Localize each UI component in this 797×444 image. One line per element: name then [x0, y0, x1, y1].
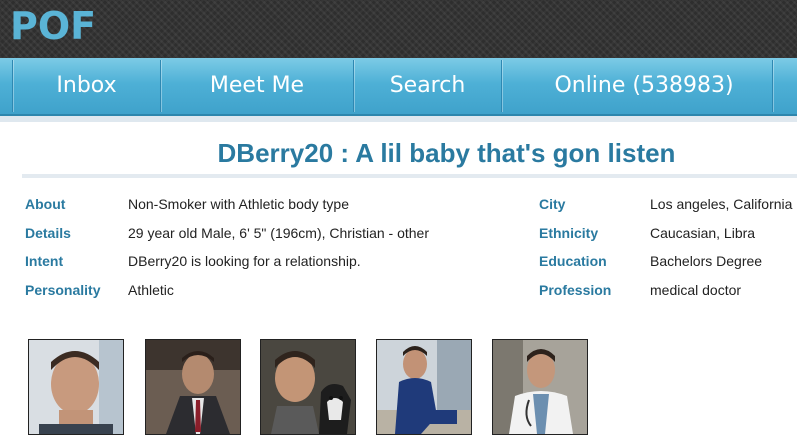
- profile-photo-2[interactable]: [145, 339, 241, 435]
- education-label: Education: [539, 253, 607, 269]
- pof-logo[interactable]: POF: [10, 4, 96, 48]
- ethnicity-label: Ethnicity: [539, 225, 599, 241]
- about-label: About: [25, 196, 66, 212]
- top-bar: POF: [0, 0, 797, 58]
- nav-inbox[interactable]: Inbox: [13, 58, 160, 114]
- profile-photo-3[interactable]: [260, 339, 356, 435]
- profession-value: medical doctor: [650, 282, 742, 298]
- profile-headline: DBerry20 : A lil baby that's gon listen: [217, 138, 676, 168]
- profile-photo-5[interactable]: [492, 339, 588, 435]
- profile-photo-1[interactable]: [28, 339, 124, 435]
- headline-divider: [22, 174, 797, 178]
- details-value: 29 year old Male, 6' 5" (196cm), Christi…: [128, 225, 429, 241]
- about-value: Non-Smoker with Athletic body type: [128, 196, 349, 212]
- details-label: Details: [25, 225, 71, 241]
- nav-search[interactable]: Search: [354, 58, 501, 114]
- intent-value: DBerry20 is looking for a relationship.: [128, 253, 361, 269]
- ethnicity-value: Caucasian, Libra: [650, 225, 756, 241]
- profession-label: Profession: [539, 282, 612, 298]
- personality-label: Personality: [25, 282, 101, 298]
- nav-separator: [772, 60, 773, 112]
- city-value: Los angeles, California: [650, 196, 793, 212]
- nav-online-count[interactable]: Online (538983): [502, 58, 772, 114]
- city-label: City: [539, 196, 566, 212]
- nav-shadow-strip: [0, 116, 797, 122]
- profile-photo-4[interactable]: [376, 339, 472, 435]
- main-nav: Inbox Meet Me Search Online (538983): [0, 58, 797, 116]
- intent-label: Intent: [25, 253, 64, 269]
- nav-meet-me[interactable]: Meet Me: [161, 58, 353, 114]
- personality-value: Athletic: [128, 282, 174, 298]
- education-value: Bachelors Degree: [650, 253, 763, 269]
